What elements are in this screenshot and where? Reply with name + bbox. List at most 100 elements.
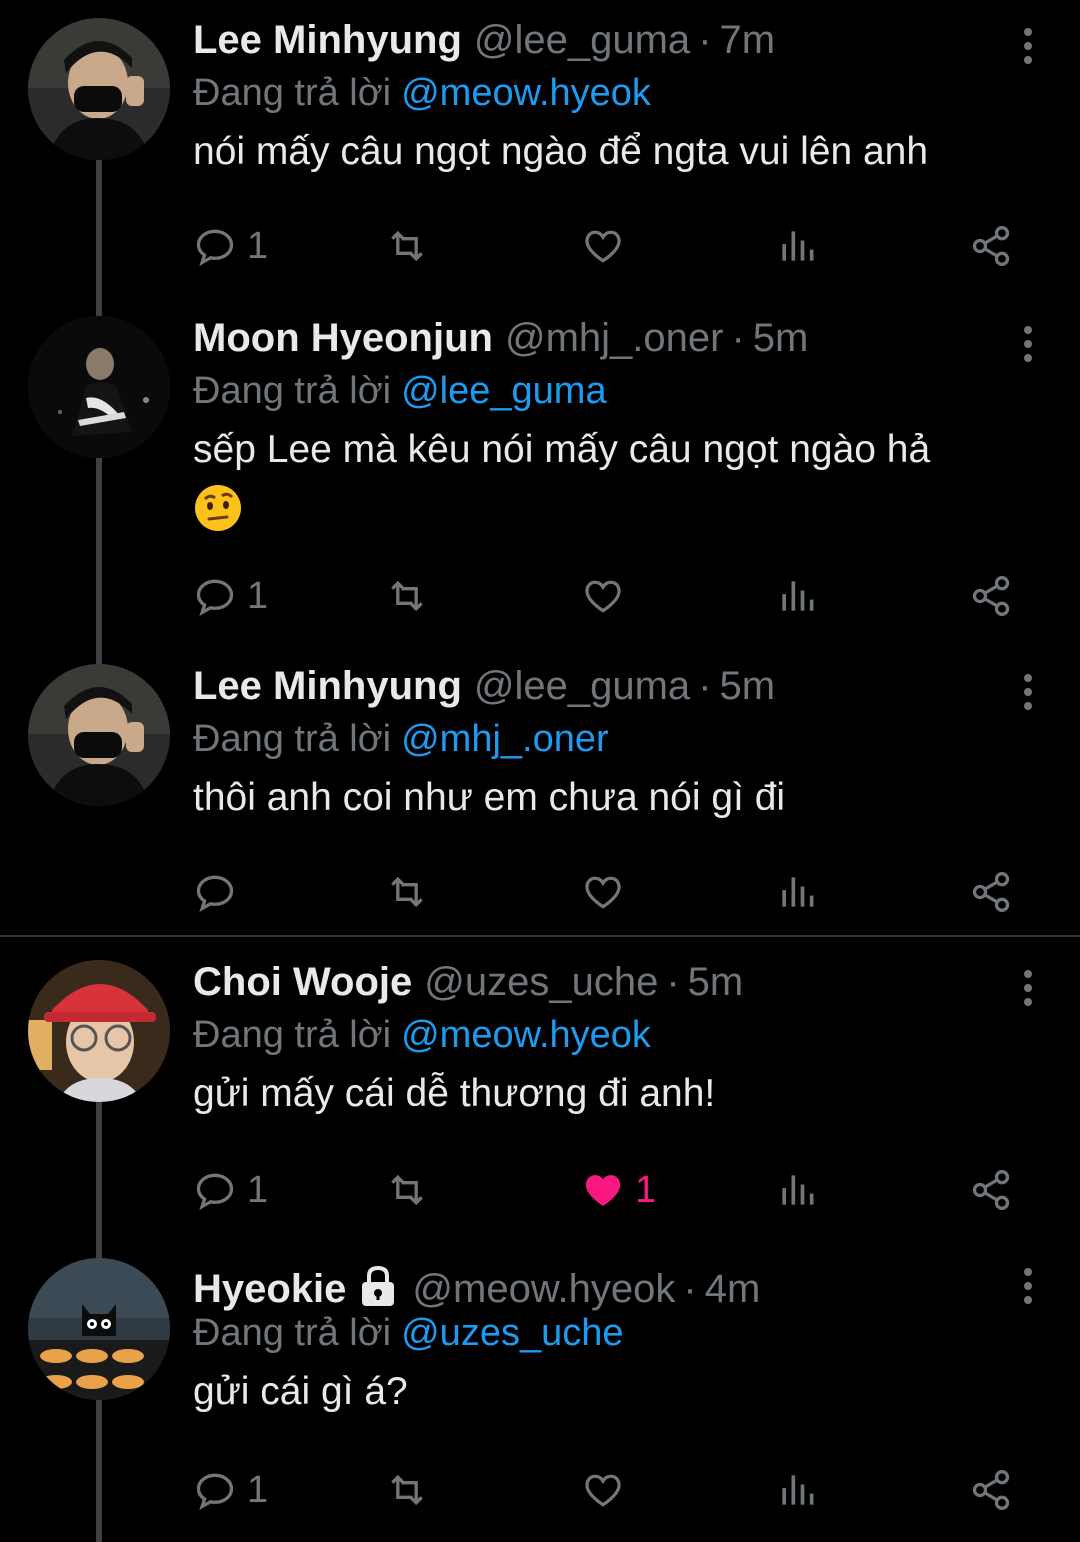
reply-icon (196, 579, 234, 617)
reply-button[interactable]: 1 (193, 1460, 268, 1520)
replying-label: Đang trả lời (193, 1312, 392, 1354)
reply-icon (196, 875, 234, 913)
reply-button[interactable]: 1 (193, 1160, 268, 1220)
author-name[interactable]: Moon Hyeonjun (193, 316, 493, 361)
heart-icon (585, 230, 621, 263)
tweet-text: gửi mấy cái dễ thương đi anh! (193, 1072, 716, 1115)
tweet-text-content: sếp Lee mà kêu nói mấy câu ngọt ngào hả (193, 428, 931, 471)
views-button[interactable] (775, 1160, 819, 1220)
mention-link[interactable]: @mhj_.oner (401, 718, 609, 760)
reply-count: 1 (247, 1468, 269, 1511)
more-vertical-icon[interactable] (1016, 322, 1040, 366)
views-button[interactable] (775, 1460, 819, 1520)
reply-count: 1 (247, 574, 269, 617)
replying-label: Đang trả lời (193, 1014, 392, 1056)
retweet-icon (391, 876, 423, 908)
views-icon (782, 1175, 814, 1205)
share-icon (972, 1470, 1010, 1510)
author-handle[interactable]: @lee_guma (474, 18, 690, 63)
reply-icon (196, 1473, 234, 1511)
share-button[interactable] (969, 862, 1013, 922)
reply-button[interactable]: 1 (193, 566, 268, 626)
author-name[interactable]: Choi Wooje (193, 960, 412, 1005)
tweet[interactable]: Lee Minhyung @lee_guma · 5m Đang trả lời… (0, 646, 1080, 936)
heart-filled-icon (585, 1175, 621, 1206)
retweet-button[interactable] (385, 1160, 429, 1220)
views-icon (782, 581, 814, 611)
retweet-icon (391, 1174, 423, 1206)
author-name[interactable]: Hyeokie (193, 1267, 346, 1312)
timestamp[interactable]: 7m (720, 18, 776, 63)
author-handle[interactable]: @mhj_.oner (505, 316, 723, 361)
like-button[interactable] (581, 566, 625, 626)
tweet-header: Lee Minhyung @lee_guma · 5m (193, 664, 775, 714)
mention-link[interactable]: @meow.hyeok (401, 1014, 651, 1056)
tweet-text: sếp Lee mà kêu nói mấy câu ngọt ngào hả (193, 422, 1053, 534)
mention-link[interactable]: @uzes_uche (401, 1312, 623, 1354)
reply-count: 1 (247, 224, 269, 267)
separator-dot: · (731, 316, 745, 360)
more-vertical-icon[interactable] (1016, 966, 1040, 1010)
retweet-button[interactable] (385, 862, 429, 922)
tweet[interactable]: Moon Hyeonjun @mhj_.oner · 5m Đang trả l… (0, 298, 1080, 658)
separator-dot: · (698, 664, 712, 708)
share-button[interactable] (969, 566, 1013, 626)
replying-label: Đang trả lời (193, 370, 392, 412)
replying-to: Đang trả lời @meow.hyeok (193, 72, 651, 115)
retweet-button[interactable] (385, 566, 429, 626)
timestamp[interactable]: 5m (688, 960, 744, 1005)
retweet-button[interactable] (385, 1460, 429, 1520)
tweet[interactable]: Choi Wooje @uzes_uche · 5m Đang trả lời @… (0, 942, 1080, 1262)
timestamp[interactable]: 4m (705, 1267, 761, 1312)
like-button[interactable] (581, 216, 625, 276)
tweet-actions: 1 (193, 216, 1023, 276)
retweet-icon (391, 230, 423, 262)
avatar-moon-hyeonjun[interactable] (28, 316, 170, 458)
reply-button[interactable] (193, 862, 247, 922)
author-handle[interactable]: @lee_guma (474, 664, 690, 709)
avatar-choi-wooje[interactable] (28, 960, 170, 1102)
avatar-hyeokie[interactable] (28, 1258, 170, 1400)
reply-button[interactable]: 1 (193, 216, 268, 276)
replying-label: Đang trả lời (193, 718, 392, 760)
lock-icon (356, 1264, 400, 1308)
author-name[interactable]: Lee Minhyung (193, 18, 462, 63)
tweet[interactable]: Hyeokie @meow.hyeok · 4m Đang trả lời @uz… (0, 1240, 1080, 1542)
share-button[interactable] (969, 1160, 1013, 1220)
views-button[interactable] (775, 216, 819, 276)
timestamp[interactable]: 5m (753, 316, 809, 361)
share-icon (972, 576, 1010, 616)
separator-dot: · (698, 18, 712, 62)
like-button[interactable] (581, 862, 625, 922)
tweet[interactable]: Lee Minhyung @lee_guma · 7m Đang trả lời… (0, 0, 1080, 310)
share-icon (972, 1170, 1010, 1210)
tweet-actions: 1 (193, 566, 1023, 626)
tweet-text: thôi anh coi như em chưa nói gì đi (193, 776, 786, 819)
share-button[interactable] (969, 1460, 1013, 1520)
more-vertical-icon[interactable] (1016, 1264, 1040, 1308)
like-button[interactable]: 1 (581, 1160, 656, 1220)
share-icon (972, 872, 1010, 912)
replying-to: Đang trả lời @uzes_uche (193, 1312, 624, 1355)
tweet-actions: 1 (193, 1460, 1023, 1520)
author-handle[interactable]: @meow.hyeok (412, 1267, 675, 1312)
retweet-button[interactable] (385, 216, 429, 276)
like-button[interactable] (581, 1460, 625, 1520)
separator-dot: · (683, 1267, 697, 1311)
thread-divider (0, 935, 1080, 937)
replying-to: Đang trả lời @lee_guma (193, 370, 607, 413)
avatar-lee-minhyung[interactable] (28, 664, 170, 806)
timestamp[interactable]: 5m (720, 664, 776, 709)
mention-link[interactable]: @meow.hyeok (401, 72, 651, 114)
author-handle[interactable]: @uzes_uche (424, 960, 658, 1005)
more-vertical-icon[interactable] (1016, 670, 1040, 714)
author-name[interactable]: Lee Minhyung (193, 664, 462, 709)
avatar-lee-minhyung[interactable] (28, 18, 170, 160)
share-button[interactable] (969, 216, 1013, 276)
views-button[interactable] (775, 862, 819, 922)
separator-dot: · (666, 960, 680, 1004)
views-button[interactable] (775, 566, 819, 626)
more-vertical-icon[interactable] (1016, 24, 1040, 68)
mention-link[interactable]: @lee_guma (401, 370, 606, 412)
replying-to: Đang trả lời @mhj_.oner (193, 718, 609, 761)
